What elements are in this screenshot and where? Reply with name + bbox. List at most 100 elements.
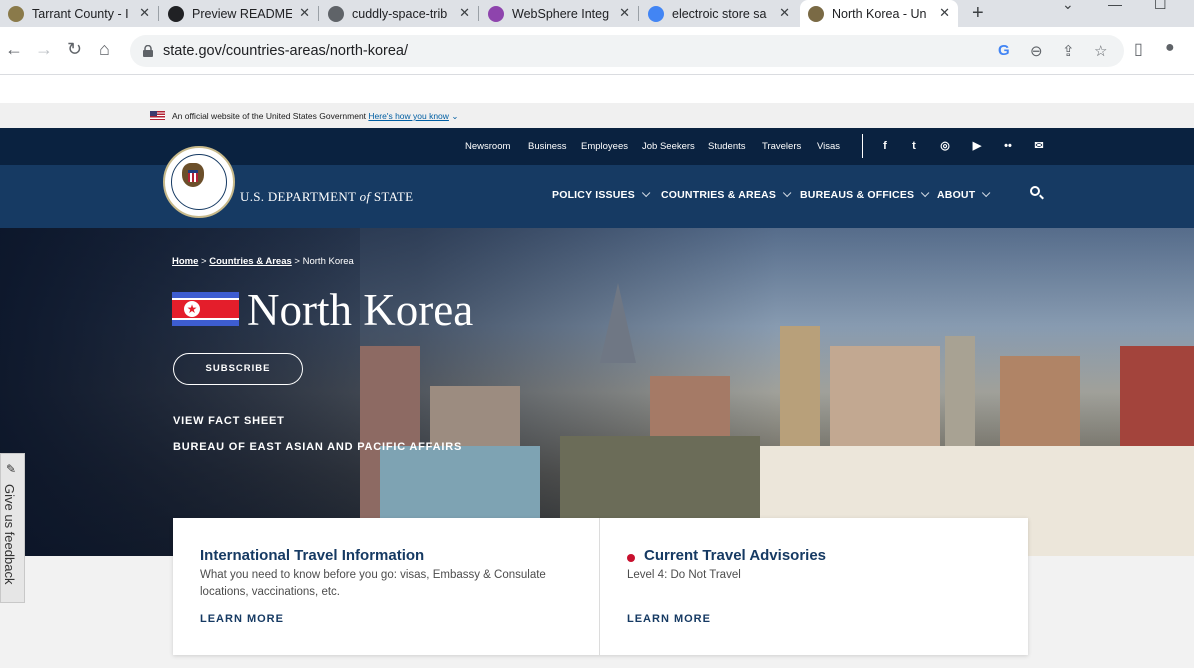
profile-avatar-icon[interactable]: ● [1165,39,1175,57]
card-title[interactable]: International Travel Information [200,547,424,564]
feedback-label: Give us feedback [2,484,17,585]
youtube-icon[interactable]: ▶ [970,139,984,153]
util-link-newsroom[interactable]: Newsroom [465,141,510,152]
tab-title: Preview README [192,6,292,21]
util-link-students[interactable]: Students [708,141,746,152]
browser-toolbar: ← → ↻ ⌂ state.gov/countries-areas/north-… [0,27,1194,75]
email-icon[interactable]: ✉ [1032,139,1046,153]
close-tab-icon[interactable]: ✕ [139,5,150,21]
nav-countries-areas[interactable]: COUNTRIES & AREAS [661,188,792,201]
tab-separator [158,6,159,21]
hero-banner: Home > Countries & Areas > North Korea ★… [0,228,1194,556]
flag-stripe [172,300,239,318]
breadcrumb-countries-areas[interactable]: Countries & Areas [209,256,292,267]
us-flag-icon [150,111,165,120]
subscribe-button[interactable]: SUBSCRIBE [173,353,303,385]
close-tab-icon[interactable]: ✕ [459,5,470,21]
web-page: An official website of the United States… [0,103,1194,668]
divider [599,518,600,655]
close-tab-icon[interactable]: ✕ [619,5,630,21]
nav-about[interactable]: ABOUT [937,188,991,201]
close-tab-icon[interactable]: ✕ [779,5,790,21]
facebook-icon[interactable]: f [878,139,892,153]
browser-tab-strip: Tarrant County - I ✕ Preview README ✕ cu… [0,0,1194,27]
state-department-seal[interactable] [163,146,235,218]
nav-label: BUREAUS & OFFICES [800,189,915,201]
nav-policy-issues[interactable]: POLICY ISSUES [552,188,651,201]
card-title[interactable]: Current Travel Advisories [644,547,826,564]
zoom-icon[interactable]: ⊖ [1030,42,1043,60]
browser-tab-active[interactable]: North Korea - Un ✕ [800,0,958,27]
flag-star-icon: ★ [184,301,200,317]
travel-cards: International Travel Information What yo… [173,518,1028,655]
search-icon[interactable] [1030,186,1040,196]
address-bar[interactable]: state.gov/countries-areas/north-korea/ G… [130,35,1124,67]
home-icon[interactable]: ⌂ [99,39,110,60]
tab-title: cuddly-space-trib [352,6,448,21]
nav-label: POLICY ISSUES [552,189,635,201]
back-icon[interactable]: ← [5,39,23,60]
google-icon [648,5,664,22]
breadcrumb-current: North Korea [302,256,354,267]
github-icon [168,5,184,22]
breadcrumb-sep: > [201,256,207,267]
hero-overlay [0,228,360,556]
browser-tab[interactable]: Preview README ✕ [160,0,318,27]
tab-search-chevron-icon[interactable]: ⌄ [1062,0,1074,13]
state-seal-favicon-icon [808,5,824,22]
browser-tab[interactable]: electroic store sa ✕ [640,0,798,27]
official-gov-banner: An official website of the United States… [0,103,1194,128]
tab-title: electroic store sa [672,6,767,21]
alert-dot-icon [627,554,635,562]
browser-tab[interactable]: WebSphere Integ ✕ [480,0,638,27]
feedback-tab[interactable]: ✎ Give us feedback [0,453,25,603]
bureau-link[interactable]: BUREAU OF EAST ASIAN AND PACIFIC AFFAIRS [173,441,462,453]
util-link-business[interactable]: Business [528,141,567,152]
page-title: North Korea [247,285,474,335]
tab-title: WebSphere Integ [512,6,610,21]
forward-icon[interactable]: → [35,39,53,60]
site-favicon-icon [8,5,24,22]
instagram-icon[interactable]: ◎ [938,139,952,153]
pencil-icon: ✎ [6,462,17,476]
share-icon[interactable]: ⇪ [1062,42,1075,60]
reload-icon[interactable]: ↻ [67,39,82,60]
new-tab-icon[interactable]: + [972,2,984,25]
site-wordmark[interactable]: U.S. DEPARTMENT of STATE [240,189,413,205]
url-text: state.gov/countries-areas/north-korea/ [163,43,409,59]
breadcrumb-sep: > [294,256,300,267]
north-korea-flag-icon: ★ [172,292,239,326]
learn-more-link[interactable]: LEARN MORE [200,613,284,625]
google-translate-icon[interactable]: G [998,42,1010,59]
ryugyong-tower-shape [600,283,636,363]
nav-label: COUNTRIES & AREAS [661,189,777,201]
maximize-icon[interactable]: ☐ [1154,0,1167,13]
close-tab-icon[interactable]: ✕ [939,5,950,21]
minimize-icon[interactable]: — [1108,0,1122,12]
util-link-employees[interactable]: Employees [581,141,628,152]
bookmark-star-icon[interactable]: ☆ [1094,42,1107,60]
chevron-down-icon[interactable]: ⌄ [451,111,458,121]
breadcrumb-home[interactable]: Home [172,256,198,267]
wordmark-pre: U.S. DEPARTMENT [240,189,360,204]
how-you-know-link[interactable]: Here's how you know [368,111,449,121]
twitter-icon[interactable]: t [907,139,921,153]
nav-bureaus-offices[interactable]: BUREAUS & OFFICES [800,188,930,201]
close-tab-icon[interactable]: ✕ [299,5,310,21]
util-link-job-seekers[interactable]: Job Seekers [642,141,695,152]
divider [862,134,863,158]
util-link-visas[interactable]: Visas [817,141,840,152]
side-panel-icon[interactable]: ▯ [1134,39,1143,59]
learn-more-link[interactable]: LEARN MORE [627,613,711,625]
flickr-icon[interactable]: •• [1001,139,1015,153]
card-description: Level 4: Do Not Travel [627,569,741,581]
wordmark-post: STATE [370,189,414,204]
tab-separator [318,6,319,21]
util-link-travelers[interactable]: Travelers [762,141,801,152]
tab-separator [478,6,479,21]
breadcrumb: Home > Countries & Areas > North Korea [172,256,354,267]
browser-tab[interactable]: Tarrant County - I ✕ [0,0,158,27]
websphere-icon [488,5,504,22]
browser-tab[interactable]: cuddly-space-trib ✕ [320,0,478,27]
view-fact-sheet-link[interactable]: VIEW FACT SHEET [173,415,285,427]
